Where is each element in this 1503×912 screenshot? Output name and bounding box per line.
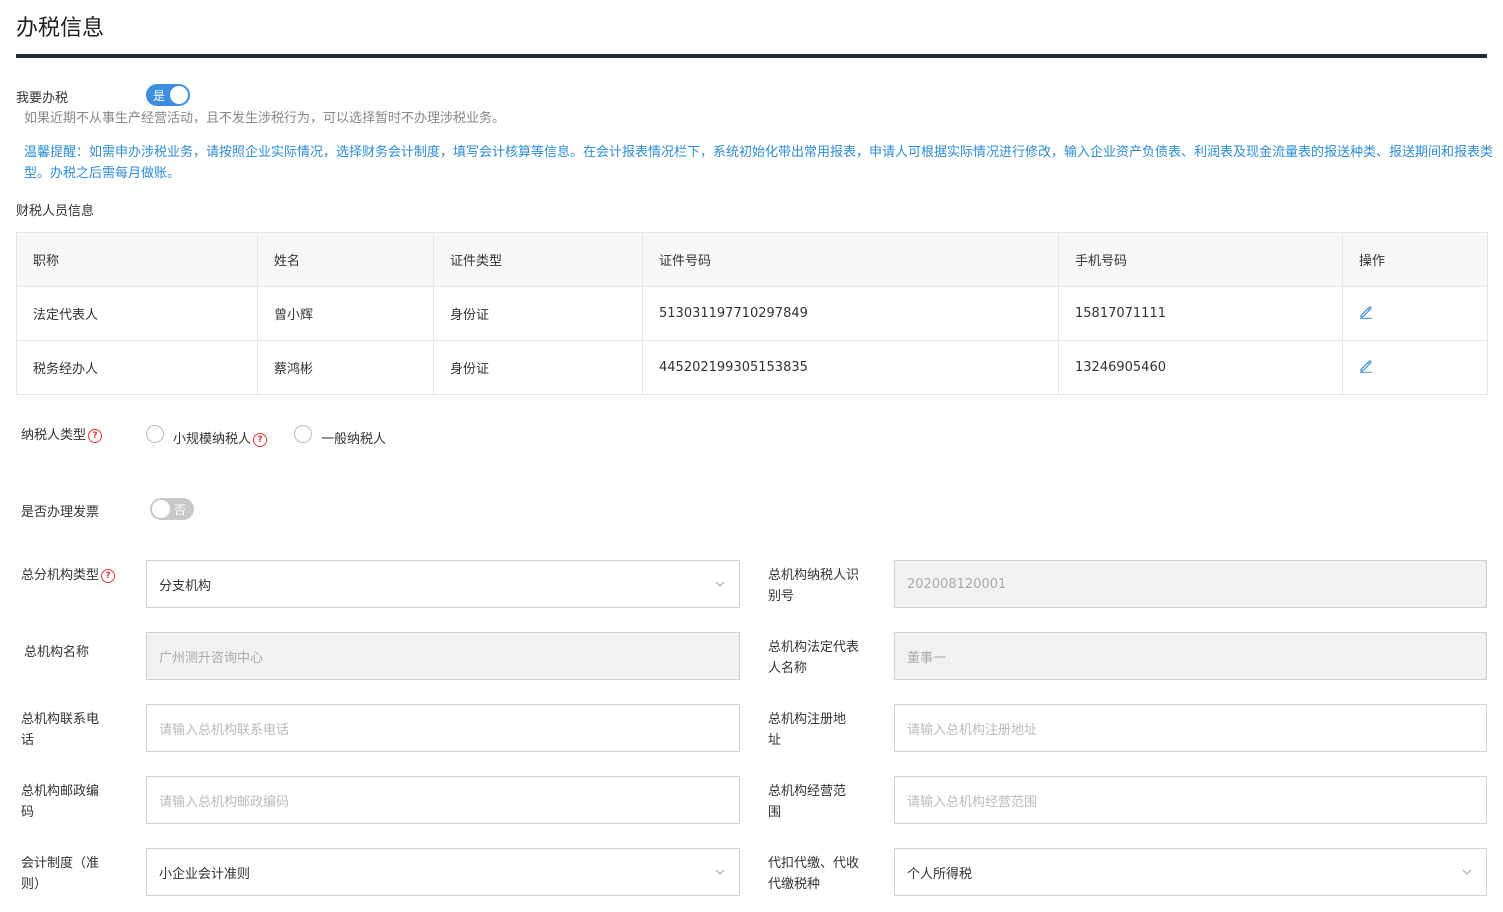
tax-toggle[interactable]: 是 [146, 84, 190, 106]
radio-small-scale[interactable] [146, 425, 164, 443]
header-name: 姓名 [257, 232, 434, 287]
header-phone: 手机号码 [1058, 232, 1343, 287]
invoice-toggle[interactable]: 否 [150, 498, 194, 520]
header-id-type: 证件类型 [433, 232, 643, 287]
hq-name-field: 广州测升咨询中心 [146, 632, 740, 680]
taxpayer-type-label: 纳税人类型? [21, 424, 103, 443]
toggle-knob [170, 86, 188, 104]
org-type-label-text: 总分机构类型 [21, 568, 100, 583]
cell-title: 税务经办人 [16, 340, 258, 395]
cell-title: 法定代表人 [16, 286, 258, 341]
cell-phone: 13246905460 [1058, 340, 1343, 395]
pencil-icon[interactable] [1359, 359, 1373, 373]
taxpayer-type-label-text: 纳税人类型 [21, 428, 87, 443]
withholding-tax-select[interactable]: 个人所得税 [894, 848, 1487, 896]
cell-actions [1342, 340, 1488, 395]
page-title: 办税信息 [16, 16, 105, 41]
accounting-system-label: 会计制度（准则） [21, 856, 100, 892]
cell-id-number: 445202199305153835 [642, 340, 1059, 395]
toggle-knob [152, 500, 170, 518]
cell-name: 蔡鸿彬 [257, 340, 434, 395]
cell-id-type: 身份证 [433, 340, 643, 395]
radio-small-scale-text: 小规模纳税人 [173, 432, 252, 447]
notice-text: 温馨提醒：如需申办涉税业务，请按照企业实际情况，选择财务会计制度，填写会计核算等… [24, 145, 1494, 181]
question-circle-icon[interactable]: ? [101, 569, 116, 583]
hq-name-label: 总机构名称 [24, 645, 90, 660]
org-type-label: 总分机构类型? [21, 565, 121, 586]
withholding-tax-value: 个人所得税 [907, 866, 973, 882]
question-circle-icon[interactable]: ? [253, 433, 268, 447]
withholding-tax-label: 代扣代缴、代收代缴税种 [768, 856, 860, 892]
hq-taxpayer-id-value: 202008120001 [907, 576, 1007, 592]
hq-postcode-placeholder: 请输入总机构邮政编码 [159, 794, 290, 810]
tax-toggle-text: 是 [153, 89, 166, 103]
hq-scope-input[interactable]: 请输入总机构经营范围 [894, 776, 1487, 824]
radio-general[interactable] [294, 425, 312, 443]
hq-scope-label: 总机构经营范围 [768, 784, 847, 820]
org-type-select[interactable]: 分支机构 [146, 560, 740, 608]
cell-phone: 15817071111 [1058, 286, 1343, 341]
hq-taxpayer-id-field: 202008120001 [894, 560, 1487, 608]
cell-name: 曾小辉 [257, 286, 434, 341]
radio-general-label[interactable]: 一般纳税人 [321, 428, 386, 447]
chevron-down-icon [715, 869, 725, 875]
hq-legal-rep-label: 总机构法定代表人名称 [768, 640, 860, 676]
table-row: 法定代表人 曾小辉 身份证 513031197710297849 1581707… [16, 286, 1488, 341]
hq-name-value: 广州测升咨询中心 [159, 650, 264, 666]
hq-legal-rep-field: 董事一 [894, 632, 1487, 680]
hq-address-label: 总机构注册地址 [768, 712, 847, 748]
header-id-number: 证件号码 [642, 232, 1059, 287]
pencil-icon[interactable] [1359, 305, 1373, 319]
accounting-system-value: 小企业会计准则 [159, 866, 251, 882]
hq-postcode-label: 总机构邮政编码 [21, 784, 100, 820]
question-circle-icon[interactable]: ? [88, 429, 103, 443]
cell-id-number: 513031197710297849 [642, 286, 1059, 341]
table-row: 税务经办人 蔡鸿彬 身份证 445202199305153835 1324690… [16, 340, 1488, 395]
hq-phone-input[interactable]: 请输入总机构联系电话 [146, 704, 740, 752]
hq-scope-placeholder: 请输入总机构经营范围 [907, 794, 1038, 810]
staff-table: 职称 姓名 证件类型 证件号码 手机号码 操作 法定代表人 曾小辉 身份证 51… [16, 232, 1488, 395]
title-divider [16, 54, 1487, 58]
accounting-system-select[interactable]: 小企业会计准则 [146, 848, 740, 896]
hq-phone-placeholder: 请输入总机构联系电话 [159, 722, 290, 738]
staff-section-title: 财税人员信息 [16, 204, 95, 219]
header-actions: 操作 [1342, 232, 1488, 287]
hq-postcode-input[interactable]: 请输入总机构邮政编码 [146, 776, 740, 824]
tax-toggle-label: 我要办税 [16, 91, 69, 106]
cell-actions [1342, 286, 1488, 341]
cell-id-type: 身份证 [433, 286, 643, 341]
header-title: 职称 [16, 232, 258, 287]
tax-hint: 如果近期不从事生产经营活动，且不发生涉税行为，可以选择暂时不办理涉税业务。 [24, 111, 506, 126]
table-header-row: 职称 姓名 证件类型 证件号码 手机号码 操作 [16, 232, 1488, 287]
invoice-toggle-label: 是否办理发票 [21, 505, 100, 520]
hq-address-placeholder: 请输入总机构注册地址 [907, 722, 1038, 738]
hq-address-input[interactable]: 请输入总机构注册地址 [894, 704, 1487, 752]
hq-legal-rep-value: 董事一 [907, 650, 947, 666]
radio-small-scale-label[interactable]: 小规模纳税人? [173, 428, 268, 447]
hq-phone-label: 总机构联系电话 [21, 712, 100, 748]
invoice-toggle-text: 否 [173, 503, 186, 517]
org-type-value: 分支机构 [159, 578, 212, 594]
chevron-down-icon [715, 581, 725, 587]
chevron-down-icon [1462, 869, 1472, 875]
hq-taxpayer-id-label: 总机构纳税人识别号 [768, 568, 860, 604]
